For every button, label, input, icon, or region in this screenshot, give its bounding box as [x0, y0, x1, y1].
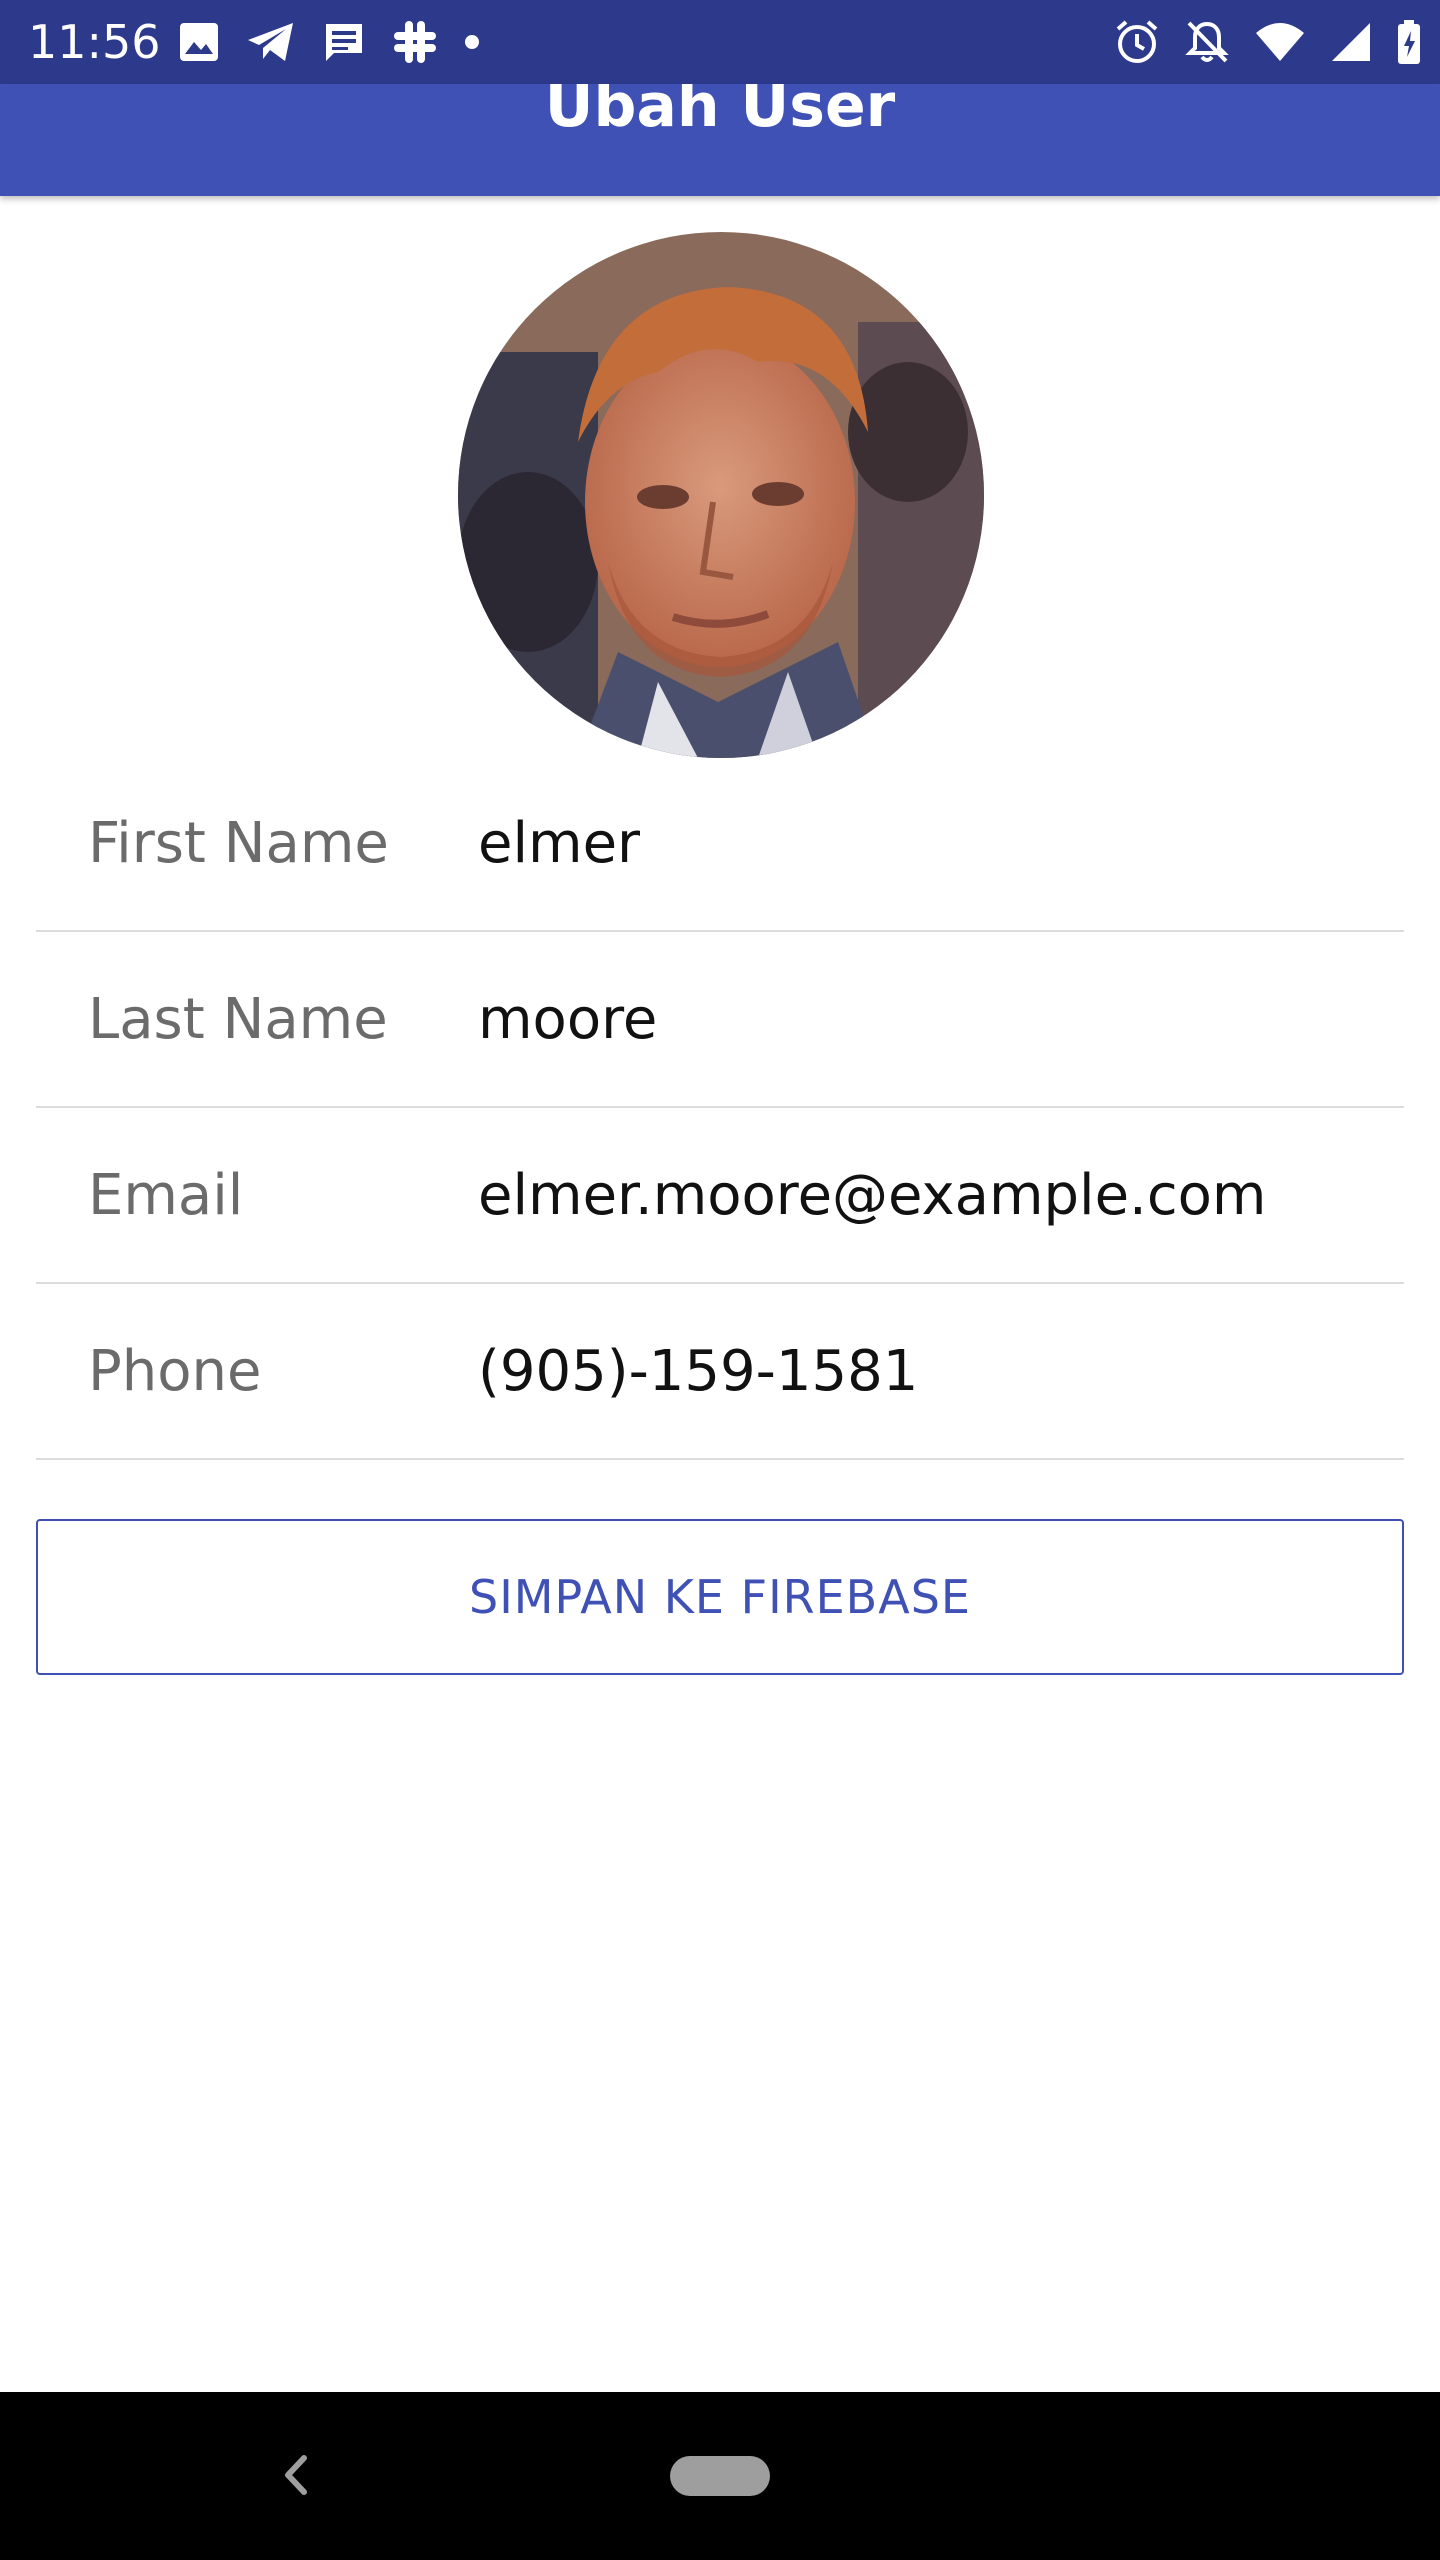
screen: 11:56 Ubah User First Name elmer Last Na… [0, 0, 1440, 2560]
phone-label: Phone [88, 1339, 262, 1404]
battery-charging-icon [1396, 19, 1422, 65]
phone-row: Phone (905)-159-1581 [36, 1284, 1404, 1460]
save-to-firebase-button[interactable]: SIMPAN KE FIREBASE [36, 1519, 1404, 1675]
dot-icon [464, 34, 480, 50]
avatar [458, 232, 984, 758]
status-left-icons [178, 18, 480, 66]
page-title: Ubah User [544, 84, 896, 141]
profile-photo-icon [458, 232, 984, 758]
notifications-off-icon [1184, 19, 1230, 65]
navigation-bar [0, 2392, 1440, 2560]
last-name-label: Last Name [88, 987, 388, 1052]
first-name-row: First Name elmer [36, 756, 1404, 932]
message-icon [322, 21, 366, 63]
phone-field[interactable]: (905)-159-1581 [478, 1340, 918, 1404]
telegram-icon [246, 21, 296, 63]
cellular-icon [1330, 21, 1372, 63]
slack-icon [392, 19, 438, 65]
last-name-field[interactable]: moore [478, 988, 657, 1052]
alarm-icon [1114, 19, 1160, 65]
first-name-field[interactable]: elmer [478, 812, 640, 876]
app-bar: Ubah User [0, 84, 1440, 196]
save-button-label: SIMPAN KE FIREBASE [469, 1570, 971, 1624]
home-pill-icon[interactable] [670, 2456, 770, 2496]
first-name-label: First Name [88, 811, 389, 876]
status-right-icons [1114, 18, 1422, 66]
email-row: Email elmer.moore@example.com [36, 1108, 1404, 1284]
last-name-row: Last Name moore [36, 932, 1404, 1108]
status-bar: 11:56 [0, 0, 1440, 84]
image-icon [178, 21, 220, 63]
back-icon[interactable] [278, 2452, 312, 2502]
profile-form: First Name elmer Last Name moore Email e… [36, 756, 1404, 1460]
email-field[interactable]: elmer.moore@example.com [478, 1164, 1266, 1228]
email-label: Email [88, 1163, 244, 1228]
status-time: 11:56 [28, 15, 161, 69]
wifi-icon [1254, 21, 1306, 63]
